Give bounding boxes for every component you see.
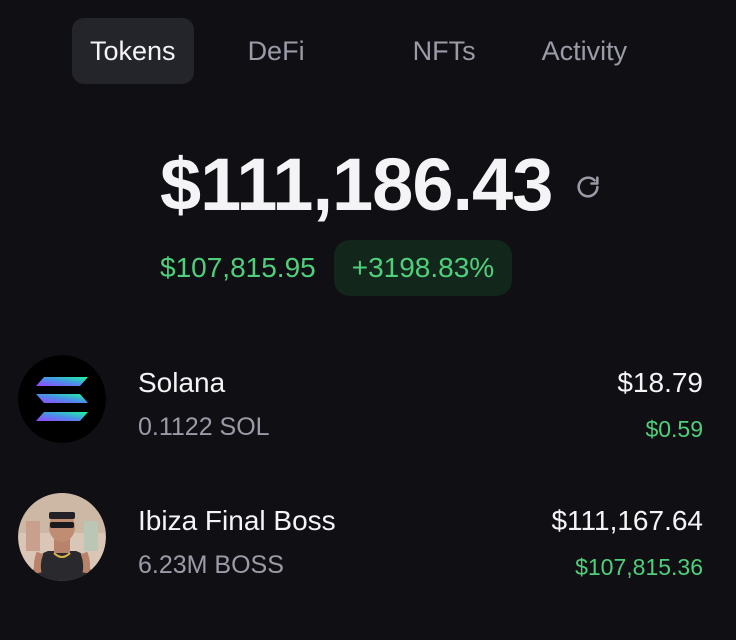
tab-tokens[interactable]: Tokens bbox=[72, 18, 194, 84]
token-amount: 0.1122 SOL bbox=[138, 413, 270, 441]
token-name: Ibiza Final Boss bbox=[138, 505, 336, 536]
token-row-ibiza-final-boss[interactable]: Ibiza Final Boss 6.23M BOSS $111,167.64 … bbox=[0, 493, 736, 593]
token-value: $18.79 bbox=[617, 367, 703, 398]
balance-row: $111,186.43 bbox=[160, 148, 604, 222]
token-amount: 6.23M BOSS bbox=[138, 551, 284, 579]
token-row-solana[interactable]: Solana 0.1122 SOL $18.79 $0.59 bbox=[0, 355, 736, 455]
tab-defi[interactable]: DeFi bbox=[230, 18, 323, 84]
total-balance: $111,186.43 bbox=[160, 143, 553, 226]
solana-logo-icon bbox=[18, 355, 106, 443]
refresh-button[interactable] bbox=[572, 171, 604, 203]
balance-change-percent-badge: +3198.83% bbox=[333, 240, 513, 296]
token-name: Solana bbox=[138, 367, 226, 398]
tab-nfts[interactable]: NFTs bbox=[395, 18, 494, 84]
token-change: $0.59 bbox=[645, 416, 703, 442]
tab-activity[interactable]: Activity bbox=[524, 18, 646, 84]
refresh-icon bbox=[577, 176, 599, 198]
token-change: $107,815.36 bbox=[575, 554, 703, 580]
tab-bar: Tokens DeFi NFTs Activity bbox=[72, 18, 645, 84]
balance-change-row: $107,815.95 +3198.83% bbox=[160, 240, 513, 296]
token-value: $111,167.64 bbox=[551, 505, 703, 536]
wallet-screen: Tokens DeFi NFTs Activity $111,186.43 $1… bbox=[0, 0, 736, 640]
balance-change-amount: $107,815.95 bbox=[160, 252, 316, 283]
boss-avatar-icon bbox=[18, 493, 106, 581]
